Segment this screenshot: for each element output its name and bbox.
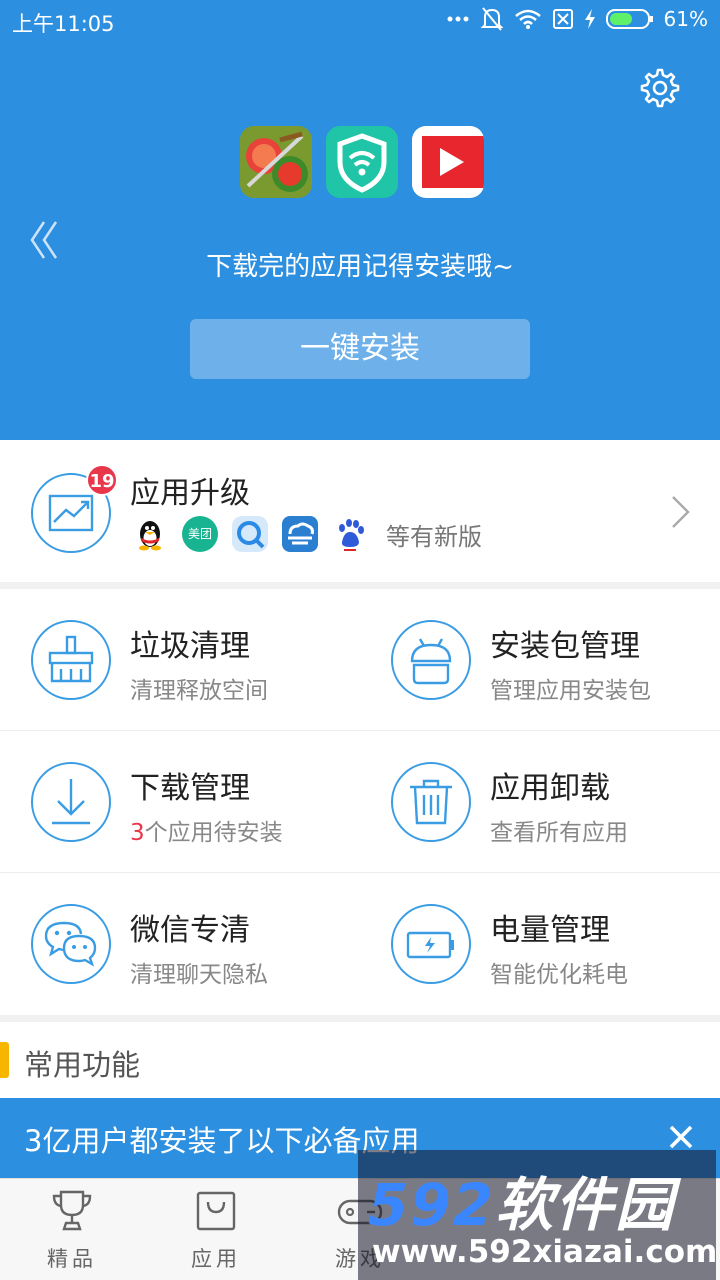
screen: 上午11:05 61% 下载完的应用记得安装哦~ 一键安装 19 应用升级 美团… xyxy=(0,0,720,1280)
tool-package-manager[interactable]: 安装包管理 管理应用安装包 xyxy=(360,589,720,731)
qq-penguin-icon xyxy=(132,516,168,552)
download-icon xyxy=(31,762,111,842)
fruit-ninja-icon[interactable] xyxy=(240,126,312,198)
close-icon[interactable] xyxy=(664,1120,698,1154)
nav-item-featured[interactable]: 精品 xyxy=(0,1179,144,1280)
upgrade-title: 应用升级 xyxy=(130,476,250,511)
upgrade-suffix: 等有新版 xyxy=(386,522,482,551)
section-marker xyxy=(0,1042,9,1078)
watermark: 592软件园 www.592xiazai.com xyxy=(358,1150,718,1280)
watermark-brand: 592软件园 xyxy=(368,1158,675,1242)
nav-label: 精品 xyxy=(47,1247,97,1271)
tool-subtitle: 3个应用待安装 xyxy=(130,813,283,847)
shopping-bag-icon xyxy=(196,1191,236,1231)
upgrade-count-badge: 19 xyxy=(86,464,118,496)
tool-wechat-clean[interactable]: 微信专清 清理聊天隐私 xyxy=(0,873,360,1015)
tool-title: 垃圾清理 xyxy=(130,629,250,664)
trash-icon xyxy=(391,762,471,842)
tool-uninstall[interactable]: 应用卸载 查看所有应用 xyxy=(360,731,720,873)
status-bar: 上午11:05 61% xyxy=(0,0,720,40)
tool-subtitle-text: 个应用待安装 xyxy=(144,820,283,846)
android-package-icon xyxy=(391,620,471,700)
watermark-brand-text: 软件园 xyxy=(495,1171,676,1239)
tool-title: 安装包管理 xyxy=(490,629,640,664)
battery-icon xyxy=(605,9,653,29)
app-upgrade-card[interactable]: 19 应用升级 美团 等有新版 xyxy=(0,440,720,582)
upgrade-app-list: 美团 等有新版 xyxy=(132,516,482,552)
baidu-paw-icon xyxy=(332,516,368,552)
gear-icon xyxy=(640,68,680,108)
watermark-brand-number: 592 xyxy=(368,1171,496,1239)
browser-search-icon xyxy=(232,516,268,552)
header-message: 下载完的应用记得安装哦~ xyxy=(206,252,514,282)
tools-grid: 垃圾清理 清理释放空间 安装包管理 管理应用安装包 下载管理 3个应用待安装 应… xyxy=(0,589,720,1015)
tool-subtitle: 查看所有应用 xyxy=(490,820,628,846)
watermark-url: www.592xiazai.com xyxy=(372,1234,718,1270)
tool-junk-clean[interactable]: 垃圾清理 清理释放空间 xyxy=(0,589,360,731)
no-sim-icon xyxy=(552,9,573,29)
nav-label: 应用 xyxy=(191,1247,241,1271)
one-click-install-button[interactable]: 一键安装 xyxy=(190,319,530,379)
wifi-shield-icon[interactable] xyxy=(326,126,398,198)
status-time: 上午11:05 xyxy=(12,12,115,36)
tool-subtitle: 清理聊天隐私 xyxy=(130,962,268,988)
more-dots-icon xyxy=(447,16,469,22)
pending-apps xyxy=(240,126,484,198)
tool-title: 下载管理 xyxy=(130,771,250,806)
tool-title: 应用卸载 xyxy=(490,771,610,806)
header: 上午11:05 61% 下载完的应用记得安装哦~ 一键安装 xyxy=(0,0,720,440)
pending-count: 3 xyxy=(130,820,145,846)
weather-cloud-icon xyxy=(282,516,318,552)
charging-icon xyxy=(584,9,595,29)
tool-title: 微信专清 xyxy=(130,913,250,948)
battery-percent: 61% xyxy=(663,7,708,31)
tool-subtitle: 清理释放空间 xyxy=(130,678,268,704)
trophy-icon xyxy=(52,1190,92,1231)
settings-button[interactable] xyxy=(638,66,682,110)
wechat-icon xyxy=(31,904,111,984)
broom-icon xyxy=(31,620,111,700)
section-title: 常用功能 xyxy=(24,1048,141,1082)
wifi-icon xyxy=(514,9,541,29)
tool-subtitle: 智能优化耗电 xyxy=(490,962,628,988)
mute-bell-icon xyxy=(480,7,503,31)
nav-item-apps[interactable]: 应用 xyxy=(144,1179,288,1280)
chevron-right-icon xyxy=(672,496,690,528)
status-icons: 61% xyxy=(446,6,708,32)
tool-power-manager[interactable]: 电量管理 智能优化耗电 xyxy=(360,873,720,1015)
common-functions-section: 常用功能 xyxy=(0,1022,720,1098)
tool-title: 电量管理 xyxy=(490,913,610,948)
tool-subtitle: 管理应用安装包 xyxy=(490,678,651,704)
meituan-icon: 美团 xyxy=(182,516,218,552)
battery-icon xyxy=(391,904,471,984)
tool-download-manager[interactable]: 下载管理 3个应用待安装 xyxy=(0,731,360,873)
video-play-icon[interactable] xyxy=(412,126,484,198)
